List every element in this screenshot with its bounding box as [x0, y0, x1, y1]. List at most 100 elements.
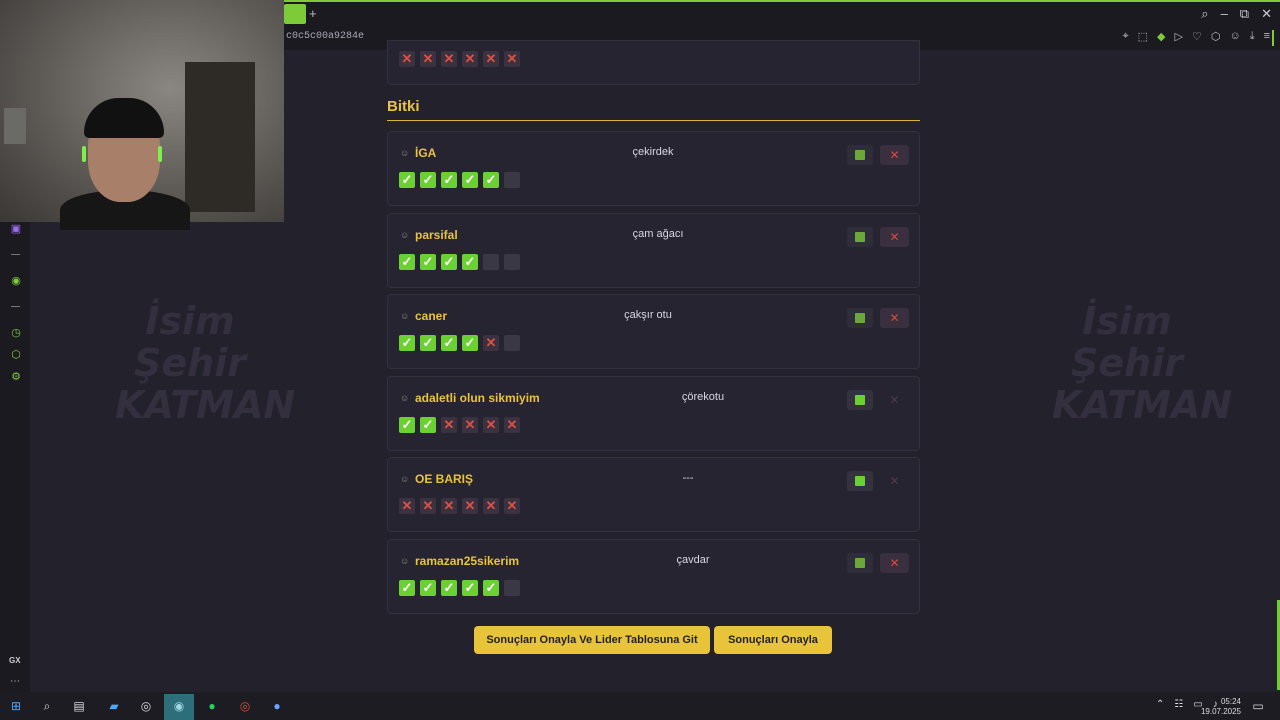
reject-button[interactable]: ✕ [880, 552, 909, 573]
accept-button[interactable] [847, 226, 873, 247]
window-controls: ⌕ – ⧉ ✕ [1201, 6, 1272, 22]
check-icon: ✓ [399, 253, 415, 270]
logo-line: Şehir [134, 341, 246, 385]
accept-button[interactable] [847, 308, 873, 328]
snapshot-icon[interactable]: ⬚ [1138, 30, 1148, 43]
restore-icon[interactable]: ⧉ [1240, 6, 1249, 22]
empty-slot [483, 253, 499, 270]
reject-button[interactable]: ✕ [880, 390, 909, 410]
search-icon[interactable]: ⌕ [1201, 6, 1208, 22]
user-icon: ☺ [400, 474, 410, 484]
spotify-icon[interactable]: ● [204, 698, 220, 714]
player-answer: çakşır otu [624, 309, 672, 321]
cross-icon: ✕ [483, 335, 499, 351]
steam-icon[interactable]: ◎ [138, 698, 154, 714]
pin-icon[interactable]: ⌖ [1122, 30, 1128, 43]
check-icon [855, 313, 865, 323]
check-icon: ✓ [420, 335, 436, 351]
headset-light-left [82, 146, 86, 162]
cross-icon: ✕ [462, 51, 478, 67]
user-icon: ☺ [400, 392, 410, 403]
play-icon[interactable]: ▷ [1175, 30, 1183, 43]
extensions-icon[interactable]: ⬡ [1211, 30, 1221, 43]
player-answer: çekirdek [632, 146, 674, 158]
entry-card: ☺ OE BARIŞ --- ✕ ✕ ✕ ✕ ✕ ✕ ✕ [387, 457, 920, 532]
logo-line: KATMAN [115, 383, 296, 427]
section-title: Bitki [387, 98, 420, 115]
heart-icon[interactable]: ♡ [1192, 30, 1202, 43]
menu-icon[interactable]: ≡ [1264, 30, 1270, 43]
cross-icon: ✕ [483, 51, 499, 67]
user-icon: ☺ [400, 555, 410, 566]
reject-button[interactable]: ✕ [880, 226, 909, 247]
cross-icon: ✕ [420, 51, 436, 67]
reject-button[interactable]: ✕ [880, 145, 909, 165]
opera-gx-icon[interactable]: ◉ [171, 698, 187, 714]
notification-icon[interactable]: ▭ [1250, 698, 1266, 714]
reject-button[interactable]: ✕ [880, 471, 909, 491]
network-icon[interactable]: ☷ [1174, 699, 1183, 710]
entry-card: ☺ İGA çekirdek ✓ ✓ ✓ ✓ ✓ ✕ [387, 131, 920, 206]
close-icon[interactable]: ✕ [1261, 6, 1272, 22]
recorder-icon[interactable]: ◎ [237, 698, 253, 714]
check-icon [855, 394, 865, 405]
search-icon[interactable]: ⌕ [39, 698, 55, 714]
cross-icon: ✕ [441, 416, 457, 433]
chevron-up-icon[interactable]: ⌃ [1156, 699, 1164, 710]
logo-line: İsim [145, 299, 235, 343]
score-marks: ✓ ✓ ✓ ✓ ✕ [399, 335, 520, 351]
accept-button[interactable] [847, 389, 873, 410]
twitch-icon[interactable]: ▣ [9, 222, 23, 236]
player-name: caner [415, 309, 448, 323]
webcam-overlay [0, 0, 284, 230]
more-icon[interactable]: ⋯ [10, 676, 20, 687]
cross-icon: ✕ [441, 51, 457, 67]
score-marks: ✕ ✕ ✕ ✕ ✕ ✕ [399, 51, 520, 67]
gx-badge[interactable]: GX [9, 656, 21, 665]
address-bar-icons: ⌖ ⬚ ◆ ▷ ♡ ⬡ ☺ ⤓ ≡ [1122, 30, 1270, 43]
sidebar-divider [11, 306, 20, 307]
confirm-results-button[interactable]: Sonuçları Onayla [714, 626, 832, 654]
minimize-icon[interactable]: – [1221, 6, 1228, 22]
webcam-lamp [4, 108, 26, 144]
url-text[interactable]: c0c5c00a9284e [286, 31, 364, 42]
new-tab-icon[interactable]: + [309, 6, 317, 21]
cross-icon: ✕ [504, 416, 520, 433]
confirm-and-leaderboard-button[interactable]: Sonuçları Onayla Ve Lider Tablosuna Git [474, 626, 710, 654]
cross-icon: ✕ [504, 51, 520, 67]
entry-card: ☺ parsifal çam ağacı ✓ ✓ ✓ ✓ ✕ [387, 212, 920, 288]
cross-icon: ✕ [462, 498, 478, 514]
account-icon[interactable]: ☺ [1229, 30, 1240, 43]
history-icon[interactable]: ◷ [9, 326, 23, 340]
windows-start-icon[interactable]: ⊞ [8, 698, 24, 714]
player-name: OE BARIŞ [415, 472, 474, 486]
reject-button[interactable]: ✕ [880, 308, 909, 328]
settings-icon[interactable]: ⚙ [9, 370, 23, 384]
player-answer: çam ağacı [632, 227, 684, 240]
cross-icon: ✕ [462, 416, 478, 433]
file-explorer-icon[interactable]: ▰ [106, 698, 122, 714]
user-icon: ☺ [400, 311, 410, 321]
check-icon: ✓ [462, 253, 478, 270]
player-icon[interactable]: ◉ [9, 274, 23, 288]
clock[interactable]: 05:24 19.07.2025 [1201, 697, 1241, 717]
check-icon: ✓ [420, 416, 436, 433]
task-view-icon[interactable]: ▤ [71, 698, 87, 714]
sidebar-divider [11, 254, 20, 255]
shield-icon[interactable]: ◆ [1157, 30, 1165, 43]
download-icon[interactable]: ⤓ [1250, 30, 1255, 43]
webcam-person-cap [84, 98, 164, 138]
extensions-sidebar-icon[interactable]: ⬡ [9, 348, 23, 362]
entry-card: ☺ adaletli olun sikmiyim çörekotu ✓ ✓ ✕ ✕ ✕ ✕ ✕ [387, 375, 920, 451]
cross-icon: ✕ [504, 498, 520, 514]
cross-icon: ✕ [483, 498, 499, 514]
clock-time: 05:24 [1220, 697, 1241, 706]
user-icon: ☺ [400, 148, 410, 158]
app-icon[interactable]: ● [269, 698, 285, 714]
accept-button[interactable] [847, 552, 873, 573]
player-answer: çörekotu [681, 390, 725, 403]
check-icon: ✓ [399, 335, 415, 351]
accept-button[interactable] [847, 145, 873, 165]
accept-button[interactable] [847, 471, 873, 491]
active-tab[interactable] [284, 4, 306, 24]
